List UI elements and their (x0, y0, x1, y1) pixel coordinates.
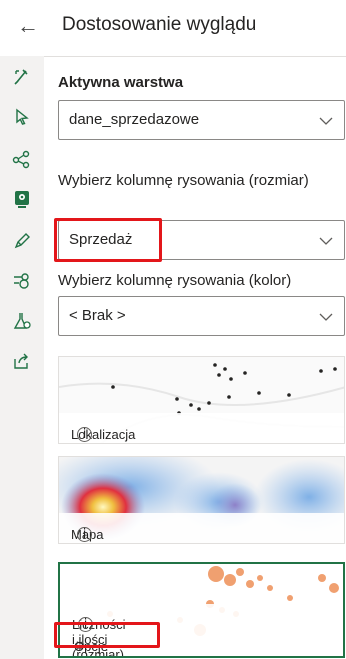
info-icon[interactable]: i (77, 527, 92, 542)
map-pin-icon[interactable] (9, 186, 35, 212)
info-icon[interactable]: i (77, 427, 92, 442)
active-layer-dropdown[interactable]: dane_sprzedazowe (58, 100, 345, 140)
flask-icon[interactable] (9, 308, 35, 334)
card-caption: Lokalizacja (pojedynczy symbol)i (59, 413, 344, 443)
back-arrow-icon[interactable]: ← (14, 12, 42, 40)
card-caption: Mapa skupieńi (59, 513, 344, 543)
style-card-single-symbol[interactable]: Lokalizacja (pojedynczy symbol)i (58, 356, 345, 444)
chevron-down-icon (319, 313, 333, 321)
share-nodes-icon[interactable] (9, 146, 35, 172)
filter-icon[interactable] (9, 268, 35, 294)
size-column-label: Wybierz kolumnę rysowania (rozmiar) (58, 172, 309, 189)
chevron-down-icon (319, 237, 333, 245)
panel-title: Dostosowanie wyglądu (62, 14, 257, 35)
highlight-style-options (54, 622, 160, 648)
pointer-icon[interactable] (9, 104, 35, 130)
export-icon[interactable] (9, 348, 35, 374)
active-layer-label: Aktywna warstwa (58, 74, 184, 91)
paint-icon[interactable] (9, 64, 35, 90)
highlight-size-value (54, 218, 162, 262)
chevron-down-icon (319, 117, 333, 125)
style-card-heatmap[interactable]: Mapa skupieńi (58, 456, 345, 544)
color-column-label: Wybierz kolumnę rysowania (kolor) (58, 272, 292, 289)
panel-header: ← Dostosowanie wyglądu (0, 0, 346, 57)
color-column-dropdown[interactable]: < Brak > (58, 296, 345, 336)
color-column-value: < Brak > (69, 307, 126, 324)
pencil-icon[interactable] (9, 228, 35, 254)
active-layer-value: dane_sprzedazowe (69, 111, 200, 128)
tool-rail (0, 56, 44, 659)
